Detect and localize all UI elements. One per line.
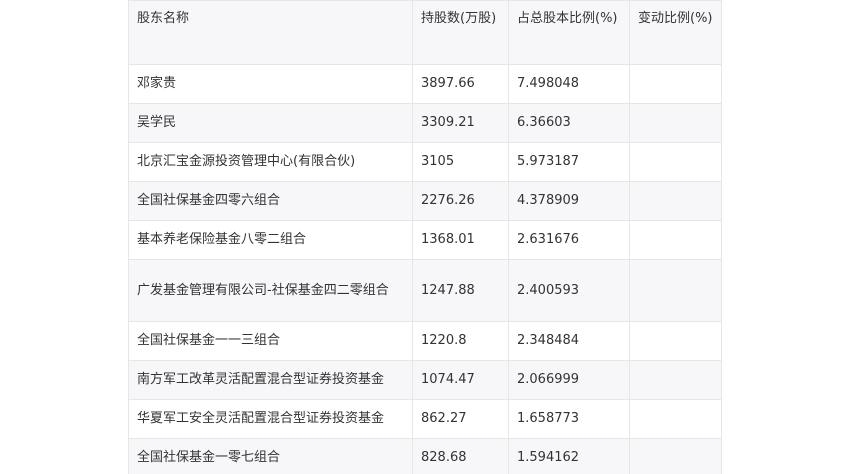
- cell-shareholder-name: 基本养老保险基金八零二组合: [128, 220, 413, 260]
- cell-share-ratio: 5.973187: [508, 142, 630, 182]
- cell-shares: 1368.01: [412, 220, 509, 260]
- table-row: 全国社保基金四零六组合 2276.26 4.378909: [128, 181, 722, 221]
- table-row: 南方军工改革灵活配置混合型证券投资基金 1074.47 2.066999: [128, 360, 722, 400]
- cell-change-ratio: [629, 103, 722, 143]
- cell-shareholder-name: 全国社保基金一零七组合: [128, 438, 413, 474]
- cell-share-ratio: 1.658773: [508, 399, 630, 439]
- cell-shares: 862.27: [412, 399, 509, 439]
- cell-shares: 3897.66: [412, 64, 509, 104]
- cell-change-ratio: [629, 321, 722, 361]
- cell-shares: 1074.47: [412, 360, 509, 400]
- table-header: 股东名称 持股数(万股) 占总股本比例(%) 变动比例(%): [128, 0, 722, 65]
- cell-share-ratio: 4.378909: [508, 181, 630, 221]
- cell-shareholder-name: 全国社保基金一一三组合: [128, 321, 413, 361]
- table-row: 北京汇宝金源投资管理中心(有限合伙) 3105 5.973187: [128, 142, 722, 182]
- header-shareholder-name: 股东名称: [128, 0, 413, 65]
- cell-shares: 1220.8: [412, 321, 509, 361]
- shareholder-table: 股东名称 持股数(万股) 占总股本比例(%) 变动比例(%) 邓家贵 3897.…: [128, 0, 722, 474]
- header-share-ratio: 占总股本比例(%): [508, 0, 630, 65]
- cell-share-ratio: 2.631676: [508, 220, 630, 260]
- cell-shares: 1247.88: [412, 259, 509, 322]
- header-shares: 持股数(万股): [412, 0, 509, 65]
- cell-share-ratio: 2.066999: [508, 360, 630, 400]
- cell-shares: 3309.21: [412, 103, 509, 143]
- cell-share-ratio: 6.36603: [508, 103, 630, 143]
- table-row: 全国社保基金一零七组合 828.68 1.594162: [128, 438, 722, 474]
- cell-shareholder-name: 北京汇宝金源投资管理中心(有限合伙): [128, 142, 413, 182]
- cell-change-ratio: [629, 438, 722, 474]
- cell-shareholder-name: 邓家贵: [128, 64, 413, 104]
- table-body: 邓家贵 3897.66 7.498048 吴学民 3309.21 6.36603…: [128, 64, 722, 474]
- cell-share-ratio: 7.498048: [508, 64, 630, 104]
- header-change-ratio: 变动比例(%): [629, 0, 722, 65]
- shareholder-table-container: 股东名称 持股数(万股) 占总股本比例(%) 变动比例(%) 邓家贵 3897.…: [128, 0, 722, 474]
- cell-change-ratio: [629, 142, 722, 182]
- cell-share-ratio: 2.400593: [508, 259, 630, 322]
- cell-share-ratio: 1.594162: [508, 438, 630, 474]
- table-row: 基本养老保险基金八零二组合 1368.01 2.631676: [128, 220, 722, 260]
- table-row: 华夏军工安全灵活配置混合型证券投资基金 862.27 1.658773: [128, 399, 722, 439]
- cell-change-ratio: [629, 360, 722, 400]
- cell-shareholder-name: 吴学民: [128, 103, 413, 143]
- cell-shares: 828.68: [412, 438, 509, 474]
- cell-share-ratio: 2.348484: [508, 321, 630, 361]
- cell-change-ratio: [629, 259, 722, 322]
- cell-change-ratio: [629, 181, 722, 221]
- table-row: 全国社保基金一一三组合 1220.8 2.348484: [128, 321, 722, 361]
- cell-shareholder-name: 全国社保基金四零六组合: [128, 181, 413, 221]
- cell-change-ratio: [629, 399, 722, 439]
- header-row: 股东名称 持股数(万股) 占总股本比例(%) 变动比例(%): [128, 0, 722, 65]
- cell-shareholder-name: 广发基金管理有限公司-社保基金四二零组合: [128, 259, 413, 322]
- cell-shareholder-name: 华夏军工安全灵活配置混合型证券投资基金: [128, 399, 413, 439]
- cell-shares: 3105: [412, 142, 509, 182]
- cell-shares: 2276.26: [412, 181, 509, 221]
- table-row: 吴学民 3309.21 6.36603: [128, 103, 722, 143]
- cell-change-ratio: [629, 64, 722, 104]
- cell-change-ratio: [629, 220, 722, 260]
- cell-shareholder-name: 南方军工改革灵活配置混合型证券投资基金: [128, 360, 413, 400]
- table-row: 广发基金管理有限公司-社保基金四二零组合 1247.88 2.400593: [128, 259, 722, 322]
- table-row: 邓家贵 3897.66 7.498048: [128, 64, 722, 104]
